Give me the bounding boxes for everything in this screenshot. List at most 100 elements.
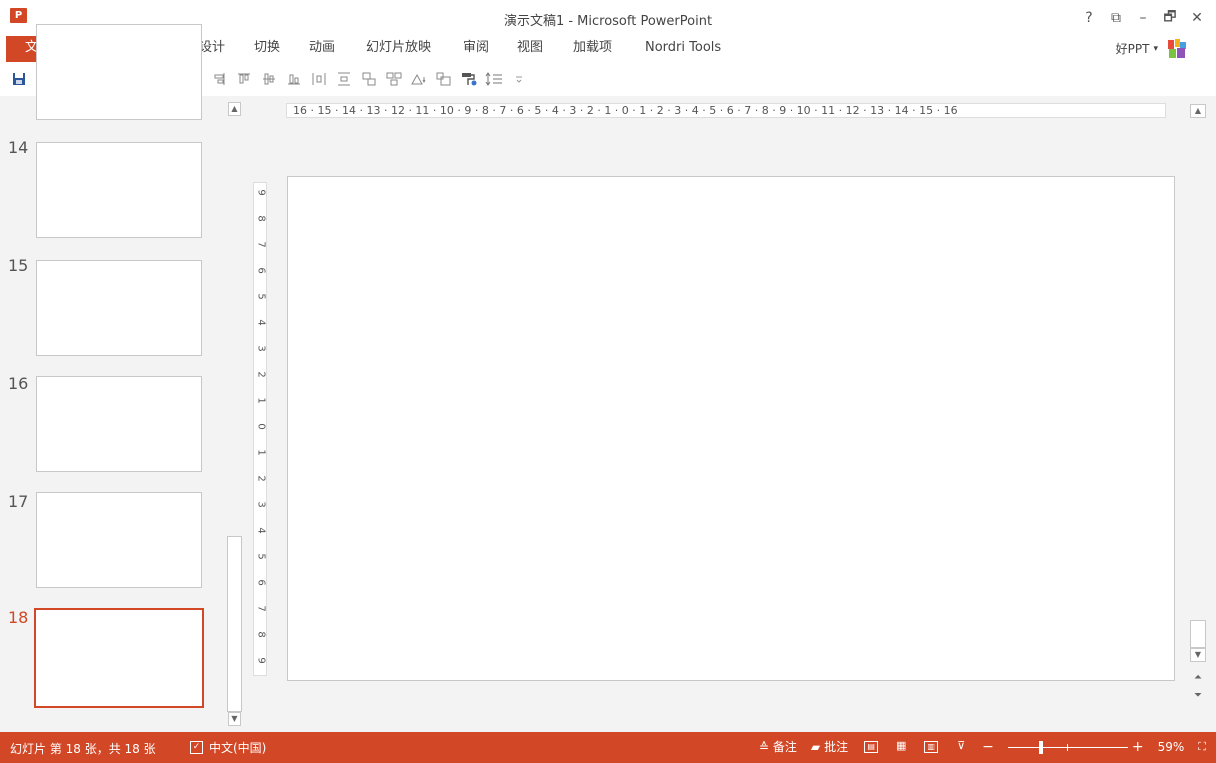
slide-thumbnail-pane: 14 15 16 17 18 ▲ ▼ [0,24,246,732]
slide-thumbnail-17[interactable] [36,492,202,588]
tab-view[interactable]: 视图 [517,36,543,62]
user-account[interactable]: 好PPT ▾ [1116,40,1158,57]
slide-number: 17 [8,492,29,511]
zoom-slider[interactable] [1007,740,1128,754]
zoom-slider-handle[interactable] [1038,740,1043,754]
ruler-tick-label: 5 [255,553,267,560]
ruler-tick-label: 7 [255,241,267,248]
restore-icon[interactable]: 🗗 [1159,8,1181,28]
tab-review[interactable]: 审阅 [463,36,489,62]
fit-slide-icon[interactable]: ⛶ [1198,740,1206,754]
ungroup-icon[interactable] [385,70,403,88]
ruler-tick-label: 3 [255,345,267,352]
ribbon-display-options-icon[interactable]: ⧉ [1105,8,1127,28]
scroll-up-arrow-icon[interactable]: ▲ [228,102,241,116]
ruler-tick-label: 9 [255,189,267,196]
status-bar: 幻灯片 第 18 张，共 18 张 ✓ 中文(中国) ≙ 备注 ▰ 批注 ▤ ▦… [0,732,1216,763]
ruler-tick-label: 4 [255,527,267,534]
scroll-up-arrow-icon[interactable]: ▲ [1190,104,1206,118]
save-icon[interactable] [10,70,28,88]
distribute-v-icon[interactable] [335,70,353,88]
comments-label: 批注 [824,740,849,754]
user-avatar-icon[interactable] [1166,38,1188,60]
align-bottom-icon[interactable] [285,70,303,88]
slide-number-active: 18 [8,608,29,627]
language-label: 中文(中国) [209,741,267,755]
scroll-down-arrow-icon[interactable]: ▼ [1190,648,1206,662]
ruler-tick-label: 6 [255,267,267,274]
slide-thumbnail-13[interactable] [36,24,202,120]
tab-nordri-tools[interactable]: Nordri Tools [645,36,721,62]
scrollbar-thumb[interactable] [227,536,242,712]
ruler-tick-label: 7 [255,605,267,612]
distribute-h-icon[interactable] [310,70,328,88]
tab-animations[interactable]: 动画 [309,36,335,62]
zoom-100-mark [1066,743,1068,751]
ruler-tick-label: 2 [255,371,267,378]
comments-button[interactable]: ▰ 批注 [811,738,848,755]
slide-thumbnail-18-selected[interactable] [34,608,204,708]
notes-icon: ≙ [758,739,769,754]
vertical-ruler: 9 8 7 6 5 4 3 2 1 0 1 2 3 4 5 6 7 8 9 [253,182,267,676]
scroll-down-arrow-icon[interactable]: ▼ [228,712,241,726]
slide-number: 16 [8,374,29,393]
chevron-down-icon: ▾ [1153,43,1158,54]
tab-addins[interactable]: 加载项 [573,36,612,62]
ruler-tick-label: 5 [255,293,267,300]
slide-editing-area: 16 · 15 · 14 · 13 · 12 · 11 · 10 · 9 · 8… [246,96,1216,732]
scrollbar-thumb[interactable] [1190,620,1206,648]
ruler-tick-label: 8 [255,215,267,222]
ruler-tick-label: 3 [255,501,267,508]
help-icon[interactable]: ? [1078,8,1100,28]
slide-count-status: 幻灯片 第 18 张，共 18 张 [10,742,156,756]
next-slide-icon[interactable]: ⏷ [1190,690,1206,701]
zoom-track [1007,746,1128,748]
ruler-tick-label: 4 [255,319,267,326]
previous-slide-icon[interactable]: ⏶ [1190,672,1206,683]
notes-button[interactable]: ≙ 备注 [759,738,797,755]
user-name: 好PPT [1115,42,1150,56]
slide-thumbnail-14[interactable] [36,142,202,238]
align-top-icon[interactable] [235,70,253,88]
status-bar-controls: ≙ 备注 ▰ 批注 ▤ ▦ ▥ ⊽ − + 59% ⛶ [745,738,1206,755]
customize-qat-icon[interactable] [510,70,528,88]
slide-thumbnail-16[interactable] [36,376,202,472]
align-middle-icon[interactable] [260,70,278,88]
horizontal-ruler: 16 · 15 · 14 · 13 · 12 · 11 · 10 · 9 · 8… [286,103,1166,118]
format-painter-icon[interactable] [460,70,478,88]
zoom-out-button[interactable]: − [982,739,994,755]
language-status[interactable]: ✓ 中文(中国) [190,739,266,756]
ruler-tick-label: 8 [255,631,267,638]
group-icon[interactable] [360,70,378,88]
line-spacing-icon[interactable] [485,70,503,88]
slide-sorter-view-icon[interactable]: ▦ [894,740,908,753]
slide-number: 15 [8,256,29,275]
zoom-level[interactable]: 59% [1158,740,1185,754]
tab-transitions[interactable]: 切换 [254,36,280,62]
zoom-in-button[interactable]: + [1132,739,1144,755]
slide-pane-scrollbar[interactable]: ▲ ▼ [226,96,243,732]
size-icon[interactable] [435,70,453,88]
reading-view-icon[interactable]: ▥ [924,740,939,753]
notes-label: 备注 [772,740,797,754]
ruler-tick-label: 6 [255,579,267,586]
align-right-icon[interactable] [210,70,228,88]
arrange-icon[interactable] [410,70,428,88]
window-controls: ? ⧉ – 🗗 ✕ [1073,8,1208,28]
minimize-icon[interactable]: – [1132,8,1154,28]
slide-canvas[interactable] [287,176,1175,681]
slide-thumbnail-15[interactable] [36,260,202,356]
tab-slideshow[interactable]: 幻灯片放映 [366,36,431,62]
ruler-tick-label: 2 [255,475,267,482]
ruler-tick-label: 0 [255,423,267,430]
slide-number: 14 [8,138,29,157]
spellcheck-icon[interactable]: ✓ [190,741,203,754]
close-icon[interactable]: ✕ [1186,8,1208,28]
editor-vertical-scrollbar[interactable]: ▲ ▼ ⏶ ⏷ [1190,102,1206,706]
comment-icon: ▰ [810,739,821,754]
ruler-tick-label: 1 [255,397,267,404]
normal-view-icon[interactable]: ▤ [864,740,879,753]
tab-design[interactable]: 设计 [199,36,225,62]
slideshow-view-icon[interactable]: ⊽ [954,740,968,753]
ruler-tick-label: 9 [255,657,267,664]
